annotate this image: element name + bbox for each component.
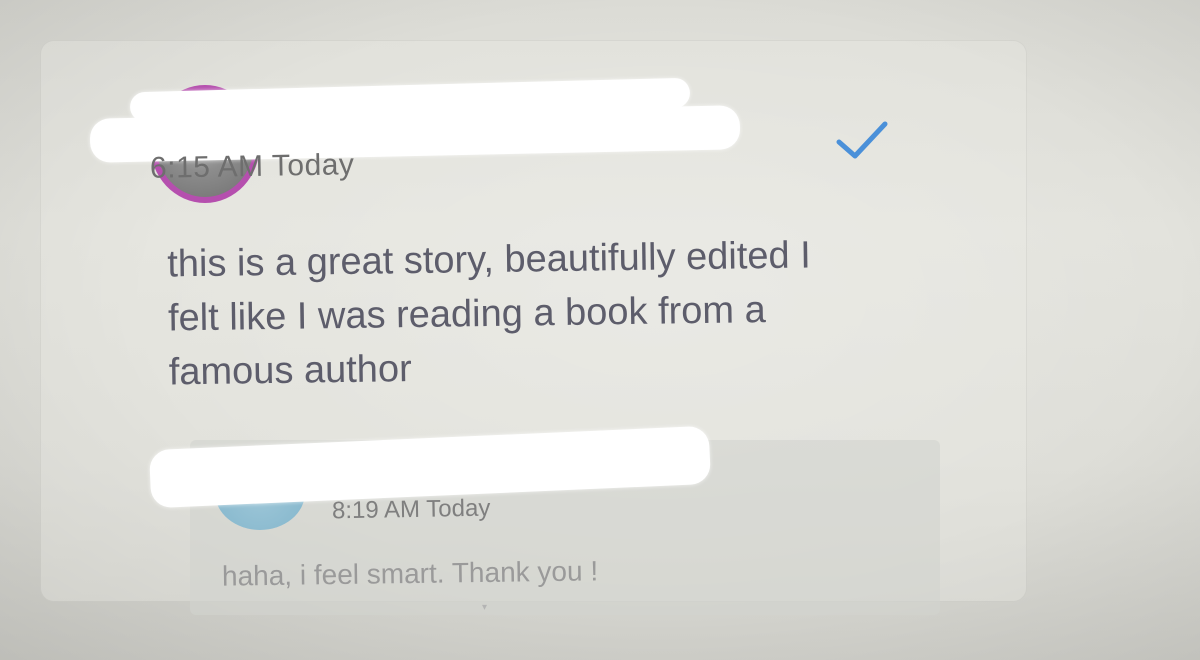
reply-timestamp: 8:19 AM Today <box>331 494 491 525</box>
comment-text-line: famous author <box>168 348 412 394</box>
comment-text: this is a great story, beautifully edite… <box>167 227 949 400</box>
comment-timestamp: 6:15 AM Today <box>149 148 355 185</box>
check-icon <box>836 121 888 159</box>
reply-text: haha, i feel smart. Thank you ! <box>221 555 599 592</box>
reply-action-icon[interactable]: ▾ <box>482 602 496 613</box>
